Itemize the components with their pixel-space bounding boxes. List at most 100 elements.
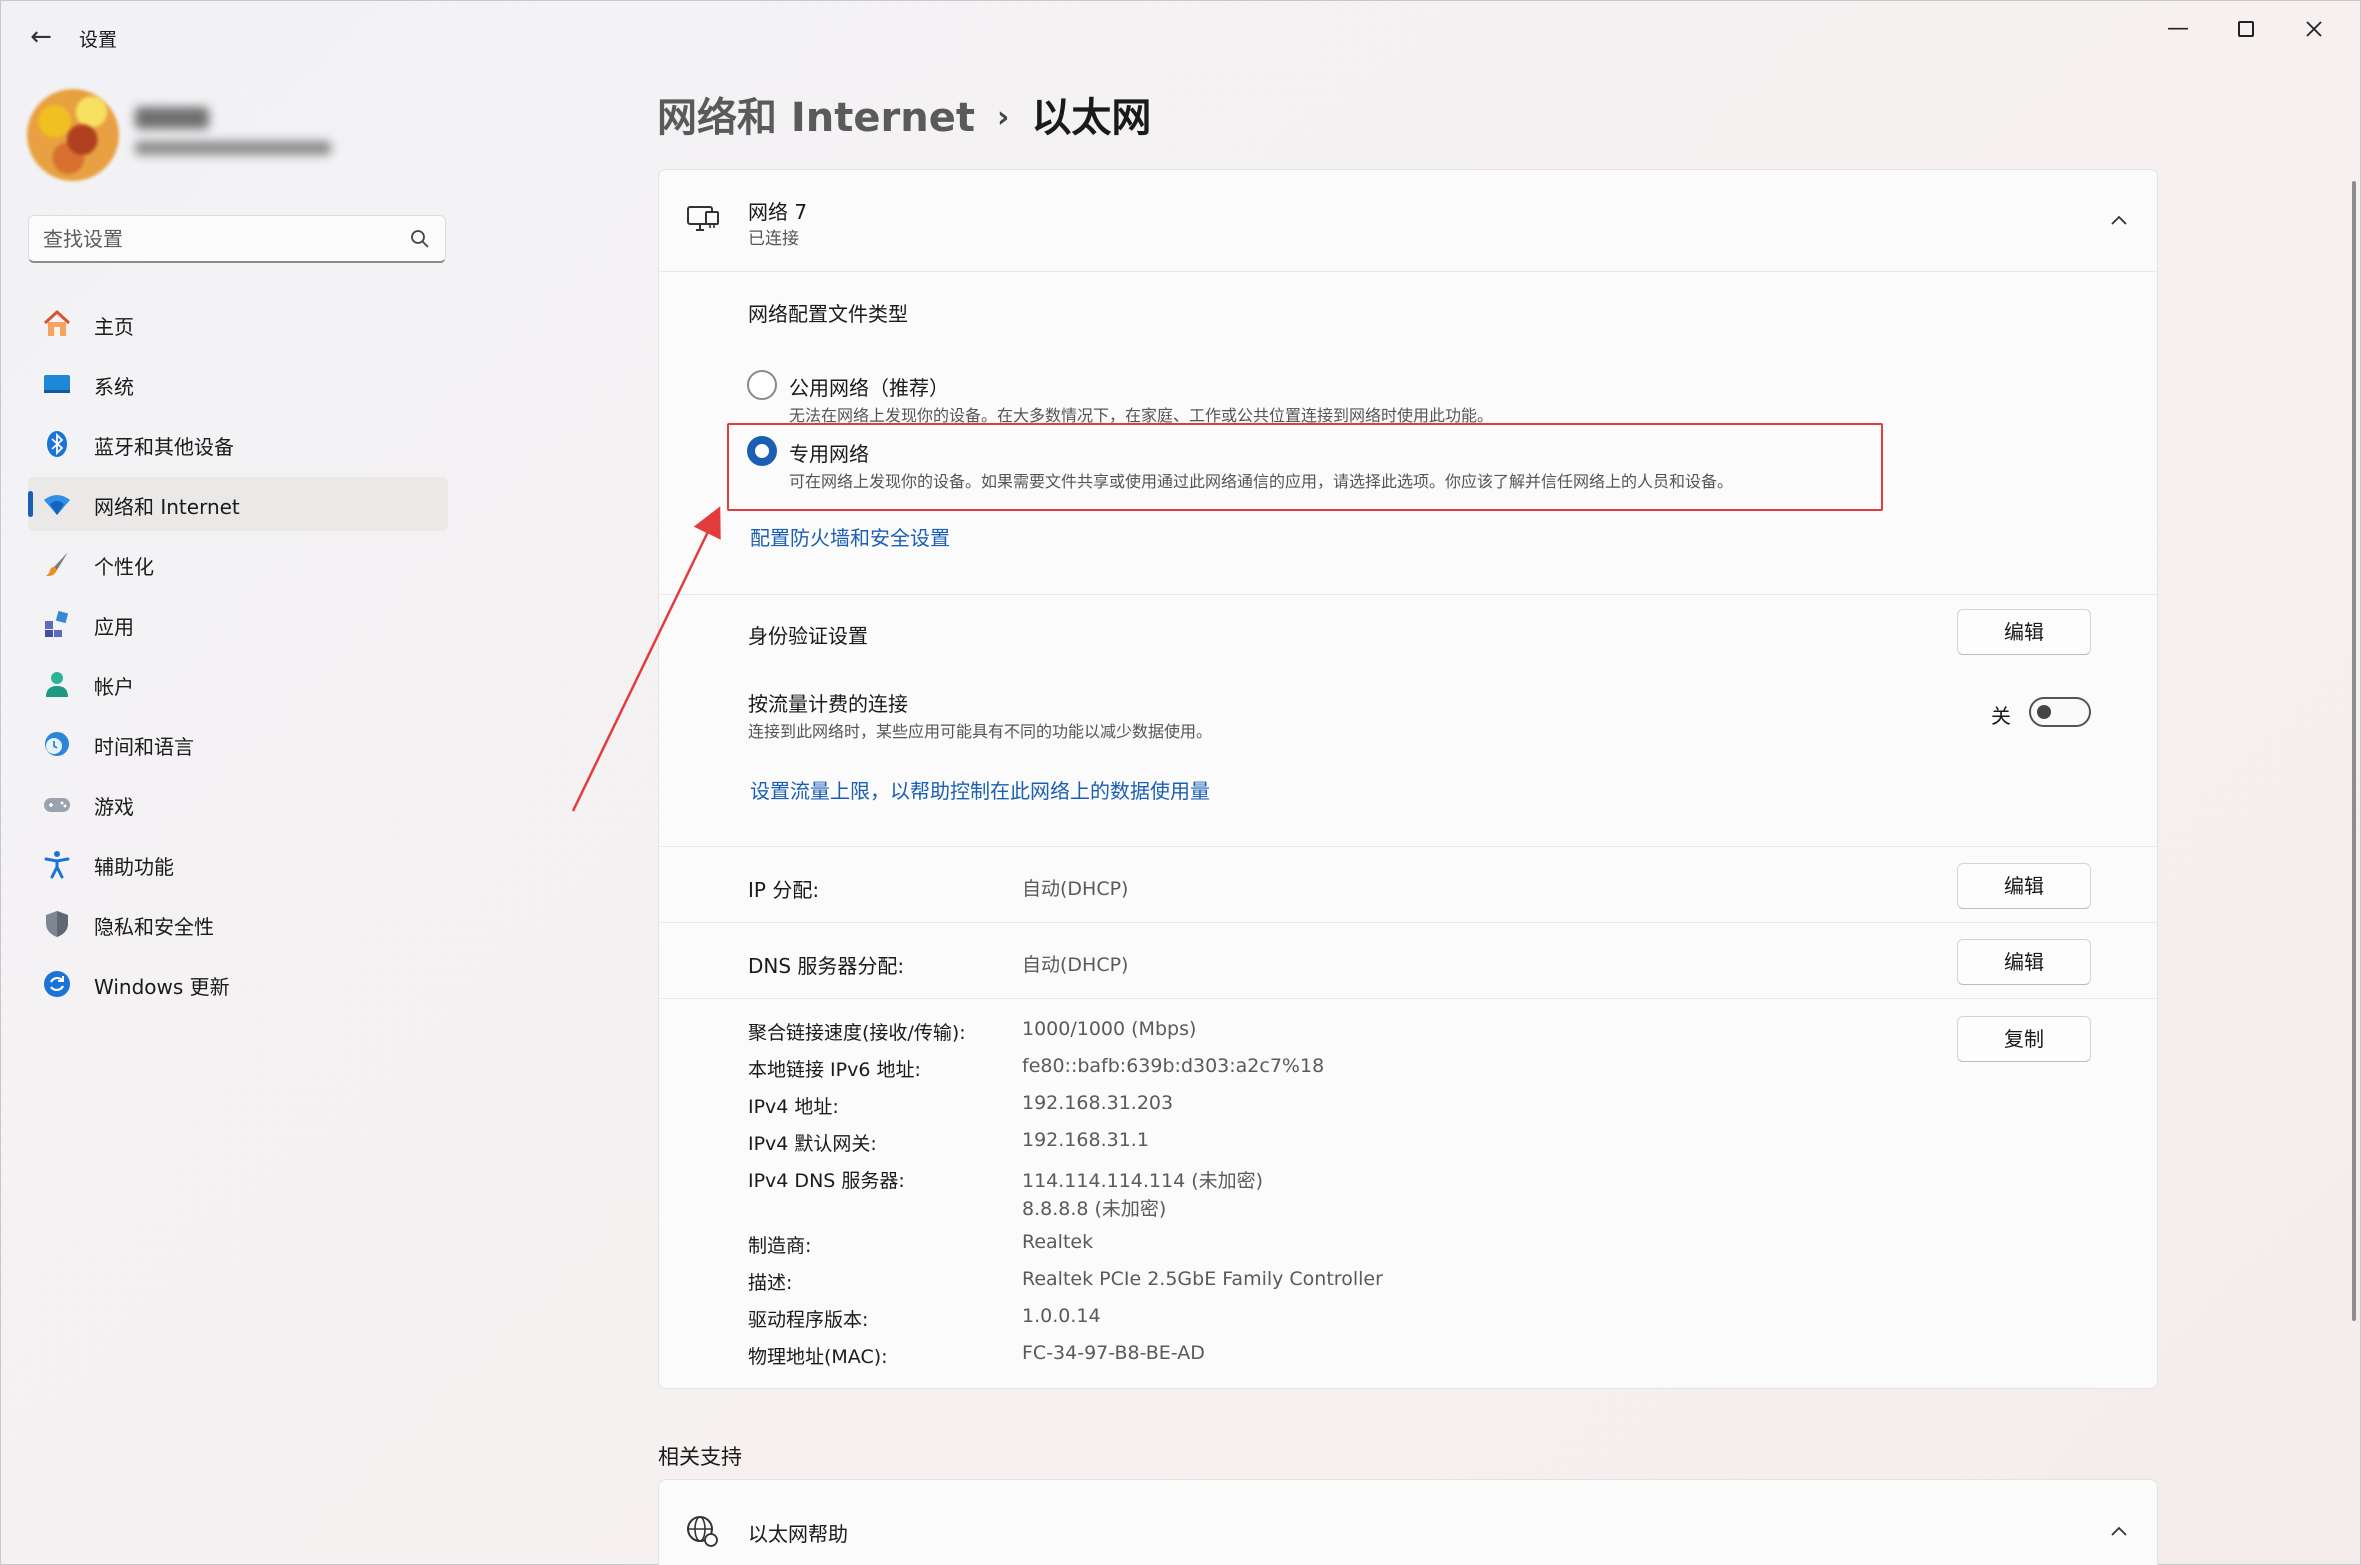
firewall-settings-link[interactable]: 配置防火墙和安全设置 bbox=[750, 522, 950, 551]
system-icon bbox=[44, 375, 70, 393]
property-value: 114.114.114.114 (未加密) bbox=[1022, 1170, 1264, 1192]
search-input[interactable] bbox=[43, 226, 403, 252]
metered-connection-label: 按流量计费的连接 bbox=[748, 692, 908, 716]
sidebar-item-label: 游戏 bbox=[94, 795, 134, 819]
metered-toggle-state: 关 bbox=[1991, 704, 2011, 728]
public-network-radio[interactable] bbox=[747, 370, 777, 400]
user-profile[interactable] bbox=[27, 89, 447, 181]
divider bbox=[659, 922, 2157, 923]
close-button[interactable] bbox=[2282, 7, 2346, 51]
account-icon bbox=[46, 672, 68, 697]
divider bbox=[659, 998, 2157, 999]
property-value: fe80::bafb:639b:d303:a2c7%18 bbox=[1022, 1055, 1325, 1077]
network-name: 网络 7 bbox=[748, 200, 808, 224]
avatar bbox=[27, 89, 119, 181]
sidebar-item-label: 时间和语言 bbox=[94, 735, 194, 759]
close-icon bbox=[2306, 21, 2322, 37]
sidebar-item-label: 网络和 Internet bbox=[94, 495, 240, 519]
maximize-icon bbox=[2238, 21, 2254, 37]
scrollbar[interactable] bbox=[2352, 181, 2356, 1321]
maximize-button[interactable] bbox=[2214, 7, 2278, 51]
network-card: 网络 7 已连接 网络配置文件类型 公用网络（推荐） 无法在网络上发现你的设备。… bbox=[658, 169, 2158, 1389]
sidebar-item-time-language[interactable]: 时间和语言 bbox=[28, 717, 448, 771]
sidebar-item-gaming[interactable]: 游戏 bbox=[28, 777, 448, 831]
clock-globe-icon bbox=[45, 732, 69, 756]
sidebar-item-label: 个性化 bbox=[94, 555, 154, 579]
accessibility-icon bbox=[44, 851, 70, 879]
sidebar-item-accounts[interactable]: 帐户 bbox=[28, 657, 448, 711]
app-title: 设置 bbox=[79, 29, 118, 51]
home-icon bbox=[43, 310, 71, 336]
bluetooth-icon bbox=[47, 431, 67, 457]
dns-assignment-value: 自动(DHCP) bbox=[1022, 954, 1129, 976]
minimize-button[interactable]: — bbox=[2146, 7, 2210, 51]
sidebar-item-accessibility[interactable]: 辅助功能 bbox=[28, 837, 448, 891]
sidebar-item-bluetooth[interactable]: 蓝牙和其他设备 bbox=[28, 417, 448, 471]
search-box[interactable] bbox=[28, 215, 446, 263]
property-label: IPv4 地址: bbox=[748, 1096, 839, 1118]
private-network-highlight-box bbox=[727, 423, 1883, 511]
property-value: 192.168.31.203 bbox=[1022, 1092, 1174, 1114]
property-label: 驱动程序版本: bbox=[748, 1309, 869, 1331]
sidebar-item-label: 辅助功能 bbox=[94, 855, 174, 879]
dns-edit-button[interactable]: 编辑 bbox=[1957, 939, 2091, 985]
sidebar-item-apps[interactable]: 应用 bbox=[28, 597, 448, 651]
ethernet-help-card[interactable]: 以太网帮助 bbox=[658, 1479, 2158, 1565]
ethernet-help-label: 以太网帮助 bbox=[748, 1522, 848, 1546]
public-network-label: 公用网络（推荐） bbox=[789, 376, 949, 400]
sidebar-item-label: 系统 bbox=[94, 375, 134, 399]
breadcrumb-parent[interactable]: 网络和 Internet bbox=[657, 95, 975, 141]
sidebar-item-network[interactable]: 网络和 Internet bbox=[28, 477, 448, 531]
property-label: 本地链接 IPv6 地址: bbox=[748, 1059, 921, 1081]
property-value: 1000/1000 (Mbps) bbox=[1022, 1018, 1197, 1040]
dns-assignment-label: DNS 服务器分配: bbox=[748, 954, 905, 978]
ip-edit-button[interactable]: 编辑 bbox=[1957, 863, 2091, 909]
sidebar-item-home[interactable]: 主页 bbox=[28, 297, 448, 351]
back-button[interactable]: ← bbox=[23, 19, 59, 55]
chevron-up-icon[interactable] bbox=[2109, 1522, 2129, 1542]
metered-connection-desc: 连接到此网络时，某些应用可能具有不同的功能以减少数据使用。 bbox=[748, 722, 1213, 741]
divider bbox=[659, 594, 2157, 595]
sidebar-item-privacy[interactable]: 隐私和安全性 bbox=[28, 897, 448, 951]
sidebar-item-windows-update[interactable]: Windows 更新 bbox=[28, 957, 448, 1011]
divider bbox=[659, 846, 2157, 847]
data-limit-link[interactable]: 设置流量上限，以帮助控制在此网络上的数据使用量 bbox=[750, 775, 1210, 804]
related-support-title: 相关支持 bbox=[658, 1445, 742, 1469]
breadcrumb: 网络和 Internet › 以太网 bbox=[657, 85, 1151, 143]
sidebar-item-personalization[interactable]: 个性化 bbox=[28, 537, 448, 591]
sidebar-item-label: 应用 bbox=[94, 615, 134, 639]
property-label: 物理地址(MAC): bbox=[748, 1346, 888, 1368]
gamepad-icon bbox=[44, 798, 70, 812]
sidebar-item-label: 帐户 bbox=[94, 675, 134, 699]
property-label: 聚合链接速度(接收/传输): bbox=[748, 1022, 966, 1044]
property-label: IPv4 DNS 服务器: bbox=[748, 1170, 905, 1192]
ip-assignment-value: 自动(DHCP) bbox=[1022, 878, 1129, 900]
ip-assignment-label: IP 分配: bbox=[748, 878, 820, 902]
sidebar-item-system[interactable]: 系统 bbox=[28, 357, 448, 411]
brush-icon bbox=[46, 552, 68, 577]
property-label: 描述: bbox=[748, 1272, 793, 1294]
profile-email-blurred bbox=[135, 141, 331, 155]
shield-icon bbox=[46, 911, 68, 937]
sidebar-item-label: Windows 更新 bbox=[94, 975, 230, 999]
property-value: 8.8.8.8 (未加密) bbox=[1022, 1198, 1167, 1220]
property-value: Realtek PCIe 2.5GbE Family Controller bbox=[1022, 1268, 1383, 1290]
network-status: 已连接 bbox=[748, 229, 799, 249]
sidebar-nav: 主页 系统 蓝牙和其他设备 网络和 Internet 个性化 应用 帐户 时间和… bbox=[28, 297, 448, 1017]
auth-edit-button[interactable]: 编辑 bbox=[1957, 609, 2091, 655]
globe-help-icon bbox=[687, 1516, 718, 1547]
sidebar-item-label: 蓝牙和其他设备 bbox=[94, 435, 234, 459]
property-value: Realtek bbox=[1022, 1231, 1094, 1253]
metered-toggle[interactable] bbox=[2029, 697, 2091, 727]
chevron-up-icon[interactable] bbox=[2109, 211, 2129, 231]
apps-icon bbox=[45, 610, 69, 637]
settings-window: ← 设置 — 主页 系统 蓝牙和其他设备 网络和 Int bbox=[0, 0, 2361, 1565]
property-value: 192.168.31.1 bbox=[1022, 1129, 1149, 1151]
sidebar-item-label: 主页 bbox=[94, 315, 134, 339]
copy-properties-button[interactable]: 复制 bbox=[1957, 1016, 2091, 1062]
property-label: IPv4 默认网关: bbox=[748, 1133, 877, 1155]
page-title: 以太网 bbox=[1031, 95, 1152, 141]
wifi-icon bbox=[44, 495, 70, 515]
search-icon bbox=[411, 230, 429, 248]
network-card-header[interactable]: 网络 7 已连接 bbox=[659, 170, 2157, 272]
